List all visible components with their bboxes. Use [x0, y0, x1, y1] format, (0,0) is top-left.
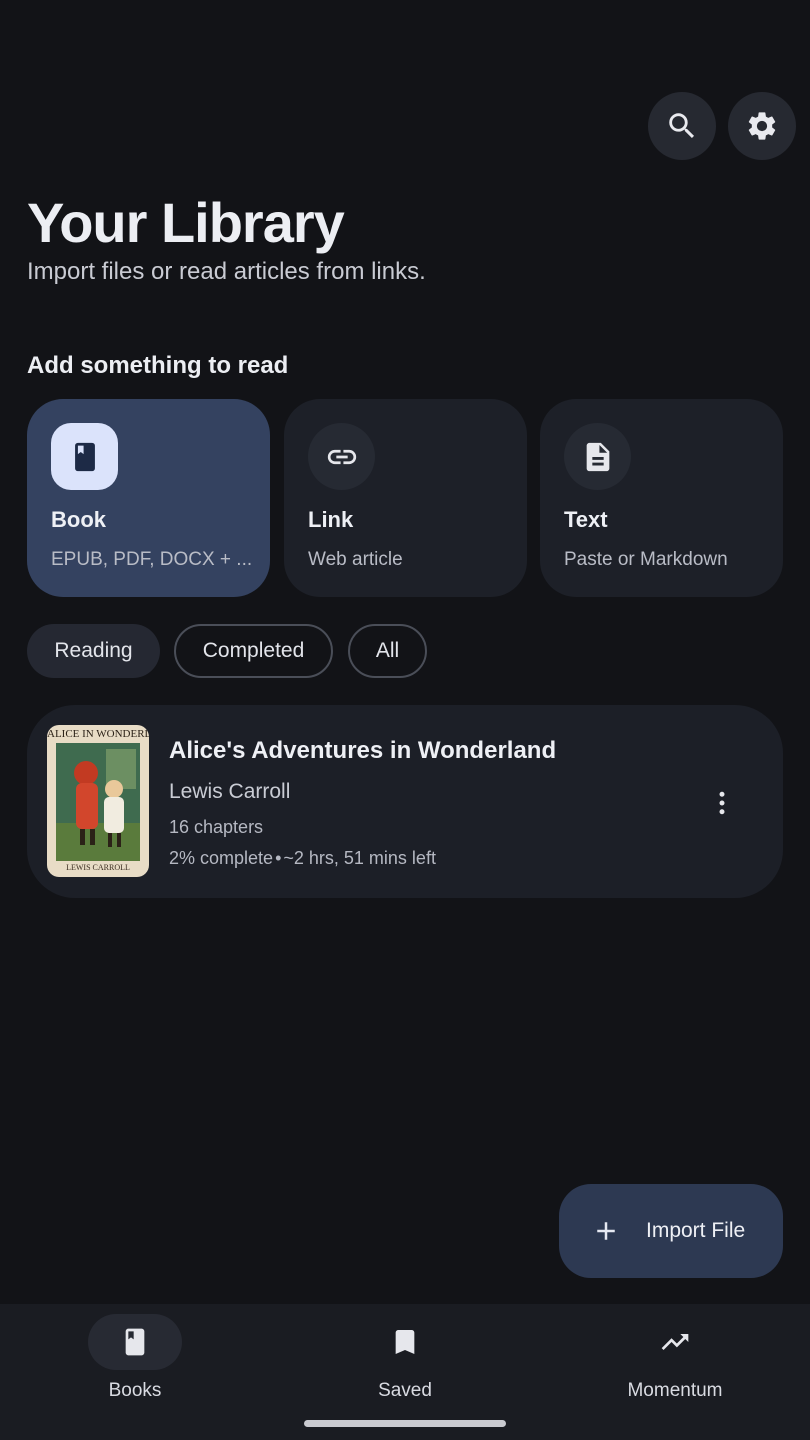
nav-saved-label: Saved [378, 1380, 432, 1401]
add-link-sublabel: Web article [308, 549, 403, 570]
filter-chip-all[interactable]: All [348, 624, 427, 678]
library-screen: Your Library Import files or read articl… [0, 0, 810, 1440]
trending-up-icon [661, 1334, 689, 1350]
search-button[interactable] [648, 92, 716, 160]
page-title: Your Library [27, 191, 345, 254]
book-chapters: 16 chapters [169, 817, 264, 837]
page-subtitle: Import files or read articles from links… [27, 258, 426, 285]
nav-saved-indicator [358, 1314, 452, 1370]
book-cover: ALICE IN WONDERLAND LEWIS CARROLL [47, 725, 149, 877]
add-link-card[interactable]: Link Web article [284, 399, 527, 597]
bookmark-icon [395, 1330, 415, 1354]
book-title: Alice's Adventures in Wonderland [169, 737, 557, 764]
book-icon [74, 442, 95, 471]
import-file-label: Import File [646, 1219, 746, 1242]
book-cover-illustration [56, 743, 140, 861]
book-list-item[interactable]: ALICE IN WONDERLAND LEWIS CARROLL Alice'… [27, 705, 783, 898]
nav-books-label: Books [108, 1380, 162, 1401]
nav-item-books[interactable]: Books [0, 1304, 270, 1414]
add-text-card[interactable]: Text Paste or Markdown [540, 399, 783, 597]
add-book-card[interactable]: Book EPUB, PDF, DOCX + ... [27, 399, 270, 597]
import-file-button[interactable]: Import File [559, 1184, 783, 1278]
nav-item-momentum[interactable]: Momentum [540, 1304, 810, 1414]
settings-button[interactable] [728, 92, 796, 160]
add-section-title: Add something to read [27, 352, 289, 379]
add-book-label: Book [51, 507, 106, 532]
nav-books-indicator [88, 1314, 182, 1370]
book-progress-percent: 2% complete [169, 848, 274, 868]
link-icon [327, 449, 356, 464]
add-link-label: Link [308, 507, 354, 532]
add-book-icon-container [51, 423, 118, 490]
filter-chip-completed[interactable]: Completed [174, 624, 333, 678]
book-progress-separator: • [275, 848, 282, 868]
add-link-icon-container [308, 423, 375, 490]
document-icon [586, 442, 609, 471]
more-vert-icon [719, 791, 725, 815]
book-more-button[interactable] [703, 781, 741, 825]
book-author: Lewis Carroll [169, 780, 291, 803]
book-cover-author: LEWIS CARROLL [66, 863, 130, 872]
search-icon [669, 113, 695, 139]
add-text-icon-container [564, 423, 631, 490]
filter-chip-reading[interactable]: Reading [27, 624, 160, 678]
add-text-sublabel: Paste or Markdown [564, 549, 728, 570]
gear-icon [748, 112, 776, 140]
nav-momentum-label: Momentum [627, 1380, 723, 1401]
book-time-left: ~2 hrs, 51 mins left [283, 848, 436, 868]
nav-momentum-indicator [628, 1314, 722, 1370]
plus-icon [591, 1216, 621, 1246]
nav-item-saved[interactable]: Saved [270, 1304, 540, 1414]
book-progress: 2% complete • ~2 hrs, 51 mins left [169, 848, 436, 869]
book-icon [125, 1328, 145, 1356]
add-text-label: Text [564, 507, 608, 532]
book-cover-title: ALICE IN WONDERLAND [47, 728, 149, 740]
add-book-sublabel: EPUB, PDF, DOCX + ... [51, 549, 253, 570]
gesture-handle [304, 1420, 506, 1427]
